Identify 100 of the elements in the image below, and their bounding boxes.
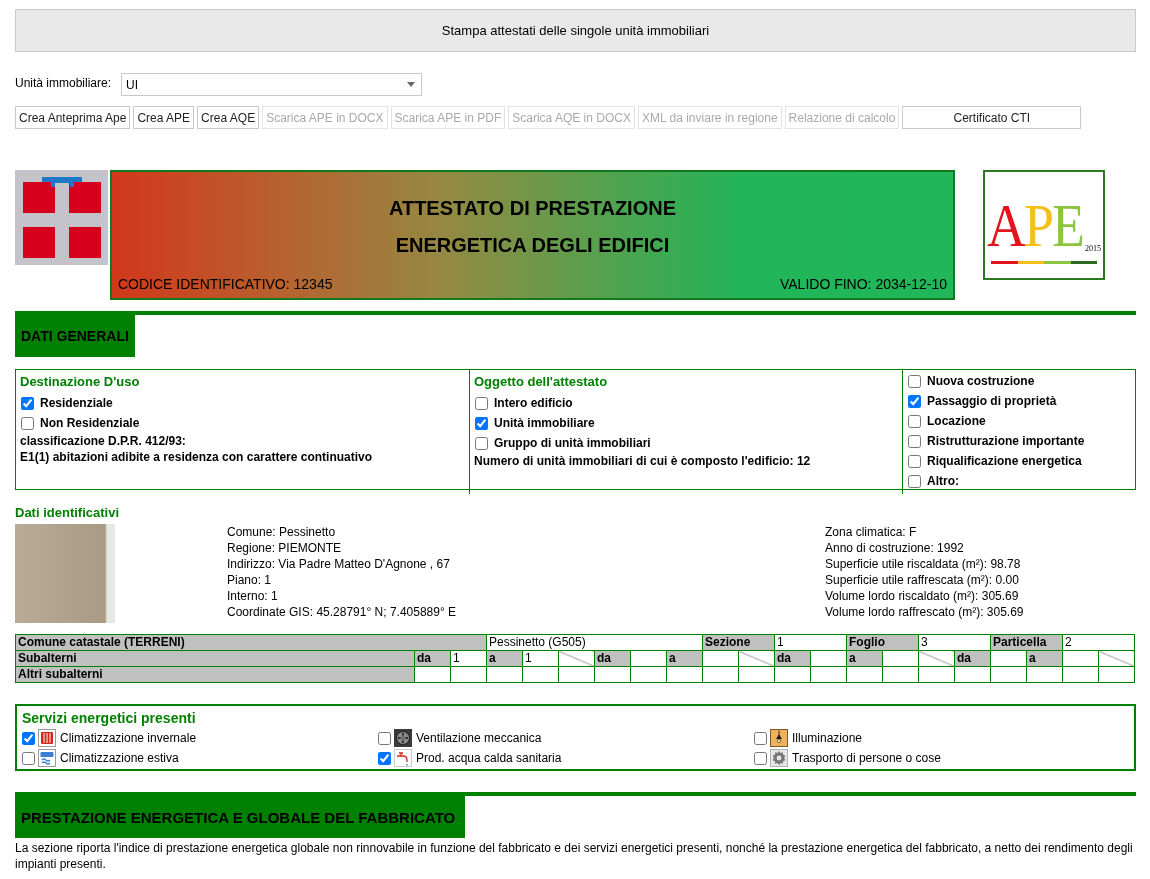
valid-until: VALIDO FINO: 2034-12-10: [779, 276, 947, 292]
checkbox-label: Intero edificio: [494, 396, 573, 410]
table-cell: [486, 666, 523, 683]
table-cell: [702, 666, 739, 683]
banner-title: ATTESTATO DI PRESTAZIONE: [388, 196, 676, 221]
info-line: Coordinate GIS: 45.28791° N; 7.405889° E: [227, 604, 458, 620]
table-cell: [990, 666, 1027, 683]
unit-select[interactable]: UI: [121, 73, 422, 96]
table-cell: [630, 650, 667, 667]
table-cell: [918, 666, 955, 683]
note-text: E1(1) abitazioni adibite a residenza con carattere continuativo: [20, 449, 374, 465]
info-line: Interno: 1: [227, 588, 279, 604]
checkbox[interactable]: [754, 731, 767, 745]
checkbox-label: Nuova costruzione: [927, 374, 1035, 388]
table-cell: [810, 666, 847, 683]
checkbox-label: Riqualificazione energetica: [927, 454, 1082, 468]
caret-icon: [407, 82, 415, 87]
info-line: Superficie utile raffrescata (m²): 0.00: [825, 572, 1020, 588]
checkbox-label: Non Residenziale: [40, 416, 140, 430]
gear-icon: [770, 749, 788, 767]
checkbox-label: Locazione: [927, 414, 986, 428]
table-cell: [1062, 650, 1099, 667]
checkbox[interactable]: [754, 751, 767, 765]
group-heading: Oggetto dell'attestato: [474, 373, 609, 391]
info-line: Regione: PIEMONTE: [227, 540, 343, 556]
checkbox[interactable]: [908, 454, 921, 468]
checkbox-label: Ristrutturazione importante: [927, 434, 1085, 448]
info-line: Volume lordo raffrescato (m²): 305.69: [825, 604, 1025, 620]
logo-text: APE: [986, 190, 1083, 261]
note-text: classificazione D.P.R. 412/93:: [20, 433, 187, 449]
checkbox-label: Residenziale: [40, 396, 113, 410]
table-cell: 2: [1062, 634, 1135, 651]
table-cell: [990, 650, 1027, 667]
fan-icon: [394, 729, 412, 747]
logo-year: 2015: [1085, 243, 1101, 253]
action-button[interactable]: Crea APE: [133, 106, 195, 129]
faucet-icon: [394, 749, 412, 767]
subsection-title: Dati identificativi: [15, 505, 121, 521]
checkbox[interactable]: [908, 414, 921, 428]
checkbox[interactable]: [475, 416, 488, 430]
checkbox-label: Prod. acqua calda sanitaria: [416, 751, 562, 765]
checkbox[interactable]: [908, 434, 921, 448]
checkbox[interactable]: [378, 731, 391, 745]
table-cell: 1: [774, 634, 847, 651]
section-title: DATI GENERALI: [15, 315, 135, 357]
action-button[interactable]: Crea Anteprima Ape: [15, 106, 131, 129]
checkbox-label: Unità immobiliare: [494, 416, 595, 430]
info-line: Superficie utile riscaldata (m²): 98.78: [825, 556, 1022, 572]
checkbox[interactable]: [475, 436, 488, 450]
table-cell: [846, 666, 883, 683]
checkbox-label: Gruppo di unità immobiliari: [494, 436, 651, 450]
cross-emblem-icon: [15, 170, 108, 265]
table-cell: [558, 666, 595, 683]
table-cell: [666, 666, 703, 683]
action-button[interactable]: Certificato CTI: [902, 106, 1082, 129]
lamp-icon: [770, 729, 788, 747]
table-cell: 1: [450, 650, 487, 667]
checkbox-label: Climatizzazione estiva: [60, 751, 179, 765]
table-cell: Comune catastale (TERRENI): [15, 634, 487, 651]
checkbox[interactable]: [21, 396, 34, 410]
checkbox[interactable]: [908, 474, 921, 488]
group-heading: Destinazione D'uso: [20, 373, 141, 391]
checkbox-label: Passaggio di proprietà: [927, 394, 1057, 408]
checkbox-label: Climatizzazione invernale: [60, 731, 197, 745]
table-cell: [810, 650, 847, 667]
table-cell: [522, 666, 559, 683]
action-button[interactable]: Crea AQE: [197, 106, 260, 129]
info-line: Indirizzo: Via Padre Matteo D'Agnone , 67: [227, 556, 451, 572]
table-cell: Pessinetto (G505): [486, 634, 703, 651]
checkbox[interactable]: [22, 731, 35, 745]
field-label: Unità immobiliare:: [15, 76, 113, 90]
table-cell: [738, 666, 775, 683]
table-cell: Particella: [990, 634, 1063, 651]
checkbox[interactable]: [378, 751, 391, 765]
checkbox-label: Trasporto di persone o cose: [792, 751, 941, 765]
table-cell: [882, 650, 919, 667]
checkbox-label: Illuminazione: [792, 731, 863, 745]
panel-header: Stampa attestati delle singole unità immobiliari: [15, 9, 1136, 52]
table-cell: [630, 666, 667, 683]
checkbox[interactable]: [21, 416, 34, 430]
table-cell: [594, 666, 631, 683]
checkbox[interactable]: [908, 394, 921, 408]
checkbox-label: Altro:: [927, 474, 959, 488]
table-cell: 3: [918, 634, 991, 651]
checkbox-label: Ventilazione meccanica: [416, 731, 542, 745]
table-cell: [414, 666, 451, 683]
info-line: Piano: 1: [227, 572, 273, 588]
air-conditioner-icon: [38, 749, 56, 767]
table-cell: 1: [522, 650, 559, 667]
table-cell: [450, 666, 487, 683]
table-cell: Foglio: [846, 634, 919, 651]
group-heading: Servizi energetici presenti: [22, 709, 197, 727]
table-cell: [954, 666, 991, 683]
note-text: Numero di unità immobiliari di cui è composto l'edificio: 12: [474, 453, 812, 469]
radiator-icon: [38, 729, 56, 747]
info-line: Anno di costruzione: 1992: [825, 540, 965, 556]
checkbox[interactable]: [908, 374, 921, 388]
checkbox[interactable]: [22, 751, 35, 765]
checkbox[interactable]: [475, 396, 488, 410]
table-cell: [702, 650, 739, 667]
